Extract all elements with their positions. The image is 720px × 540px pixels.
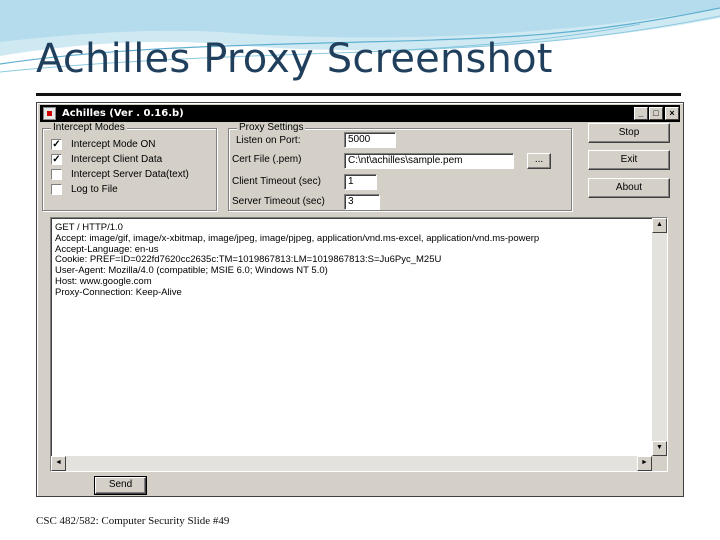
stop-button[interactable]: Stop [588, 123, 670, 143]
scroll-up-arrow-icon[interactable]: ▲ [652, 218, 667, 233]
about-button[interactable]: About [588, 178, 670, 198]
request-line: Host: www.google.com [55, 276, 152, 287]
slide-footer: CSC 482/582: Computer Security Slide #49 [36, 515, 230, 527]
scroll-down-arrow-icon[interactable]: ▼ [652, 441, 667, 456]
listen-port-input[interactable]: 5000 [344, 132, 396, 148]
scroll-right-arrow-icon[interactable]: ► [637, 456, 652, 471]
request-line: User-Agent: Mozilla/4.0 (compatible; MSI… [55, 266, 328, 277]
request-text: GET / HTTP/1.0 Accept: image/gif, image/… [55, 223, 651, 299]
maximize-button[interactable]: □ [649, 107, 663, 120]
cert-file-input[interactable]: C:\nt\achilles\sample.pem [344, 153, 514, 169]
browse-cert-button[interactable]: ... [527, 153, 551, 169]
scrollbar-corner [652, 456, 667, 471]
window-title: Achilles (Ver . 0.16.b) [62, 108, 184, 119]
request-line: Cookie: PREF=ID=022fd7620cc2635c:TM=1019… [55, 255, 442, 266]
title-divider [36, 93, 681, 96]
minimize-button[interactable]: _ [634, 107, 648, 120]
send-button[interactable]: Send [94, 476, 147, 495]
proxy-settings-legend: Proxy Settings [237, 122, 306, 134]
request-line: Accept: image/gif, image/x-xbitmap, imag… [55, 233, 540, 244]
listen-port-label: Listen on Port: [236, 135, 301, 146]
exit-button[interactable]: Exit [588, 150, 670, 170]
request-line: Accept-Language: en-us [55, 244, 159, 255]
close-button[interactable]: × [665, 107, 679, 120]
checkbox-label: Intercept Mode ON [71, 139, 156, 150]
checkbox-label: Intercept Server Data(text) [71, 169, 189, 180]
checkbox-label: Log to File [71, 184, 118, 195]
server-timeout-label: Server Timeout (sec) [232, 196, 325, 207]
intercept-client-data-checkbox[interactable]: ✓ [51, 154, 62, 165]
server-timeout-input[interactable]: 3 [344, 194, 380, 210]
checkbox-label: Intercept Client Data [71, 154, 163, 165]
intercept-server-data-checkbox[interactable] [51, 169, 62, 180]
scroll-left-arrow-icon[interactable]: ◄ [51, 456, 66, 471]
intercept-mode-on-checkbox[interactable]: ✓ [51, 139, 62, 150]
slide-title: Achilles Proxy Screenshot [36, 36, 553, 82]
window-titlebar[interactable]: Achilles (Ver . 0.16.b) _ □ × [40, 105, 680, 122]
request-editor[interactable]: GET / HTTP/1.0 Accept: image/gif, image/… [50, 217, 668, 472]
cert-file-label: Cert File (.pem) [232, 154, 302, 165]
achilles-window: Achilles (Ver . 0.16.b) _ □ × Intercept … [36, 102, 684, 497]
request-line: Proxy-Connection: Keep-Alive [55, 287, 182, 298]
proxy-settings-group: Proxy Settings Listen on Port: 5000 Cert… [228, 122, 572, 211]
log-to-file-checkbox[interactable] [51, 184, 62, 195]
request-line: GET / HTTP/1.0 [55, 223, 123, 233]
intercept-modes-legend: Intercept Modes [51, 122, 127, 134]
client-timeout-input[interactable]: 1 [344, 174, 377, 190]
intercept-modes-group: Intercept Modes ✓ Intercept Mode ON ✓ In… [42, 122, 217, 211]
client-timeout-label: Client Timeout (sec) [232, 176, 321, 187]
app-icon [43, 107, 56, 120]
horizontal-scrollbar[interactable]: ◄ ► [51, 456, 652, 471]
vertical-scrollbar[interactable]: ▲ ▼ [652, 218, 667, 456]
